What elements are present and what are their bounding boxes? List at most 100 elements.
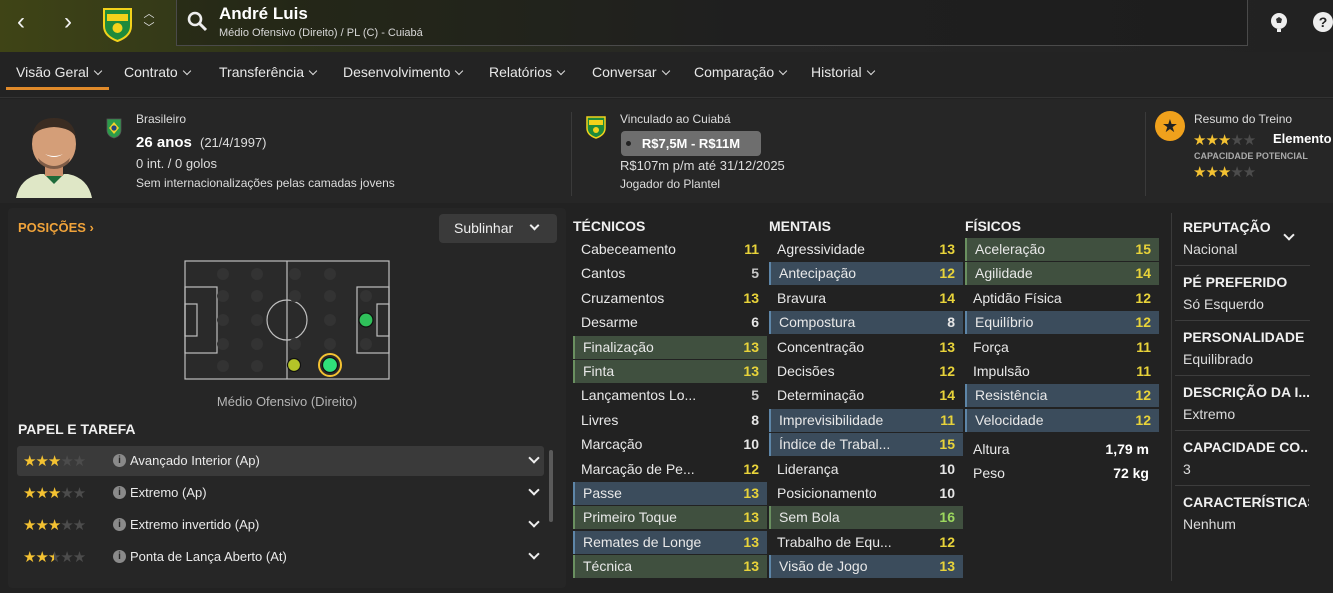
attribute-row[interactable]: Desarme 6 xyxy=(573,311,767,334)
info-icon[interactable]: i xyxy=(113,454,126,467)
role-name: Ponta de Lança Aberto (At) xyxy=(130,549,287,564)
attribute-value: 11 xyxy=(744,241,759,257)
attribute-value: 10 xyxy=(939,485,955,501)
divider xyxy=(1175,485,1310,486)
tab-contract[interactable]: Contrato xyxy=(124,64,191,80)
attribute-row[interactable]: Índice de Trabal... 15 xyxy=(769,433,963,457)
detail-value: Nenhum xyxy=(1183,516,1236,532)
search-icon[interactable] xyxy=(186,10,208,32)
role-row[interactable]: ★★★★★ i Ponta de Lança Aberto (At) xyxy=(17,542,544,572)
attribute-value: 13 xyxy=(743,533,759,550)
attribute-row[interactable]: Impulsão 11 xyxy=(965,360,1159,383)
role-row[interactable]: ★★★★★ i Extremo (Ap) xyxy=(17,478,544,508)
attribute-row[interactable]: Passe 13 xyxy=(573,482,767,505)
attribute-row[interactable]: Aceleração 15 xyxy=(965,238,1159,261)
chevron-down-icon[interactable] xyxy=(528,548,540,560)
attribute-row[interactable]: Livres 8 xyxy=(573,409,767,432)
tab-transfer[interactable]: Transferência xyxy=(219,64,318,80)
attribute-row[interactable]: Bravura 14 xyxy=(769,287,963,310)
chevron-down-icon[interactable] xyxy=(528,452,540,464)
club-crest-icon[interactable] xyxy=(101,6,134,42)
highlight-dropdown[interactable]: Sublinhar xyxy=(439,214,557,243)
attribute-value: 11 xyxy=(1136,338,1151,355)
attribute-row[interactable]: Marcação de Pe... 12 xyxy=(573,458,767,481)
attribute-row[interactable]: Cruzamentos 13 xyxy=(573,287,767,310)
player-search-box[interactable] xyxy=(176,0,1248,46)
back-icon[interactable]: ‹ xyxy=(10,10,32,34)
tab-overview[interactable]: Visão Geral xyxy=(16,64,103,80)
tab-reports[interactable]: Relatórios xyxy=(489,64,566,80)
attribute-row[interactable]: Concentração 13 xyxy=(769,336,963,359)
chevron-up-icon[interactable]: ︿ xyxy=(140,7,158,21)
tab-talk[interactable]: Conversar xyxy=(592,64,670,80)
tab-comparison[interactable]: Comparação xyxy=(694,64,788,80)
attribute-value: 13 xyxy=(743,363,759,379)
attribute-value: 13 xyxy=(743,485,759,501)
active-tab-indicator xyxy=(6,87,109,90)
positions-link[interactable]: POSIÇÕES › xyxy=(18,220,94,235)
attribute-row[interactable]: Trabalho de Equ... 12 xyxy=(769,531,963,554)
attribute-name: Finta xyxy=(583,363,615,379)
attribute-row[interactable]: Cantos 5 xyxy=(573,262,767,285)
attribute-value: 10 xyxy=(743,436,759,453)
detail-value: Só Esquerdo xyxy=(1183,296,1264,312)
brazil-flag-icon xyxy=(106,118,122,139)
attribute-row[interactable]: Lançamentos Lo... 5 xyxy=(573,384,767,407)
attribute-row[interactable]: Posicionamento 10 xyxy=(769,482,963,505)
attribute-row[interactable]: Primeiro Toque 13 xyxy=(573,506,767,530)
attribute-value: 14 xyxy=(1135,265,1151,282)
attribute-row[interactable]: Decisões 12 xyxy=(769,360,963,383)
attribute-name: Determinação xyxy=(777,387,865,404)
attribute-row[interactable]: Velocidade 12 xyxy=(965,408,1159,432)
attribute-row[interactable]: Cabeceamento 11 xyxy=(573,238,767,261)
attribute-name: Impulsão xyxy=(973,363,1030,379)
attribute-name: Decisões xyxy=(777,363,835,379)
roles-scrollbar[interactable] xyxy=(549,450,553,522)
attribute-row[interactable]: Finalização 13 xyxy=(573,335,767,359)
attribute-row[interactable]: Agressividade 13 xyxy=(769,238,963,261)
role-row[interactable]: ★★★★★ i Extremo invertido (Ap) xyxy=(17,510,544,540)
chevron-down-icon[interactable] xyxy=(528,484,540,496)
divider xyxy=(1175,375,1310,376)
attribute-row[interactable]: Sem Bola 16 xyxy=(769,506,963,530)
attribute-name: Finalização xyxy=(583,338,654,355)
attribute-row[interactable]: Resistência 12 xyxy=(965,384,1159,408)
attribute-row[interactable]: Marcação 10 xyxy=(573,433,767,456)
attribute-row[interactable]: Antecipação 12 xyxy=(769,262,963,286)
role-row[interactable]: ★★★★★ i Avançado Interior (Ap) xyxy=(17,446,544,476)
info-icon[interactable]: i xyxy=(113,486,126,499)
attribute-row[interactable]: Técnica 13 xyxy=(573,555,767,579)
detail-value: Nacional xyxy=(1183,241,1238,257)
player-cycle-arrows[interactable]: ︿ ﹀ xyxy=(140,7,158,39)
physical-title: FÍSICOS xyxy=(965,218,1022,234)
attribute-row[interactable]: Visão de Jogo 13 xyxy=(769,555,963,579)
attribute-row[interactable]: Força 11 xyxy=(965,336,1159,359)
attribute-row[interactable]: Compostura 8 xyxy=(769,311,963,335)
attribute-row[interactable]: Finta 13 xyxy=(573,360,767,383)
nationality: Brasileiro xyxy=(136,112,187,126)
attribute-row[interactable]: Imprevisibilidade 11 xyxy=(769,408,963,432)
attribute-row[interactable]: Agilidade 14 xyxy=(965,262,1159,286)
info-icon[interactable]: i xyxy=(113,518,126,531)
roles-title: PAPEL E TAREFA xyxy=(18,421,136,437)
tab-history[interactable]: Historial xyxy=(811,64,875,80)
attribute-row[interactable]: Aptidão Física 12 xyxy=(965,287,1159,310)
chevron-down-icon[interactable] xyxy=(528,516,540,528)
player-name: André Luis xyxy=(219,4,308,23)
attribute-row[interactable]: Remates de Longe 13 xyxy=(573,530,767,554)
chevron-down-icon[interactable]: ﹀ xyxy=(140,21,158,35)
transfer-value-tag[interactable]: R$7,5M - R$11M xyxy=(621,131,761,156)
divider xyxy=(1175,430,1310,431)
technical-title: TÉCNICOS xyxy=(573,218,646,234)
potential-ability-stars: ★★★★★ xyxy=(1193,164,1256,181)
attribute-row[interactable]: Equilíbrio 12 xyxy=(965,311,1159,335)
ball-icon[interactable] xyxy=(1268,11,1290,33)
attribute-name: Concentração xyxy=(777,338,865,355)
attribute-name: Índice de Trabal... xyxy=(779,436,891,453)
tab-development[interactable]: Desenvolvimento xyxy=(343,64,464,80)
forward-icon[interactable]: › xyxy=(57,10,79,34)
info-icon[interactable]: i xyxy=(113,550,126,563)
help-icon[interactable]: ? xyxy=(1312,11,1333,33)
attribute-row[interactable]: Liderança 10 xyxy=(769,458,963,481)
attribute-row[interactable]: Determinação 14 xyxy=(769,384,963,407)
